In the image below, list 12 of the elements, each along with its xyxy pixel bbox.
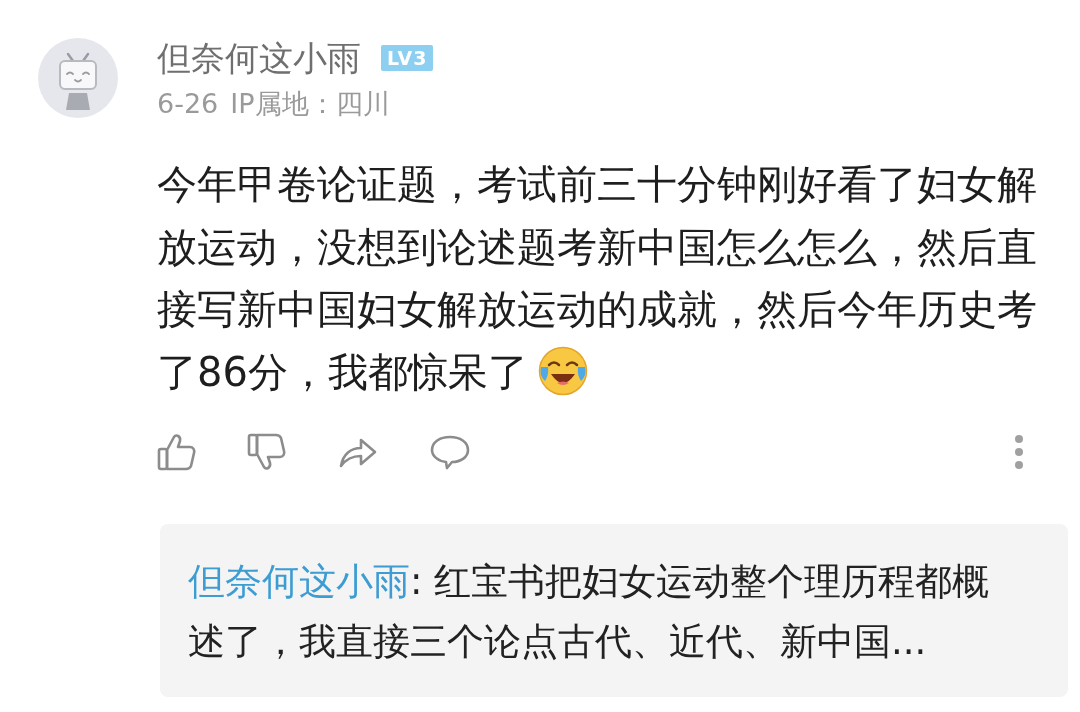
- author-name[interactable]: 但奈何这小雨: [157, 38, 361, 78]
- reply-text: 但奈何这小雨: 红宝书把妇女运动整个理历程都概述了，我直接三个论点古代、近代、新中国...: [188, 559, 991, 665]
- level-badge: LV3: [381, 45, 434, 71]
- ip-location: IP属地：四川: [230, 87, 390, 121]
- tv-avatar-icon[interactable]: [38, 38, 118, 118]
- thumbs-up-icon[interactable]: [157, 432, 197, 472]
- comment-text: 今年甲卷论证题，考试前三十分钟刚好看了妇女解放运动，没想到论述题考新中国怎么怎么，然后直接写新中国妇女解放运动的成就，然后今年历史考了86分，我都惊呆了: [157, 160, 1038, 398]
- post-date: 6-26: [157, 87, 219, 121]
- thumbs-down-icon[interactable]: [247, 432, 287, 472]
- more-options-icon[interactable]: [1013, 434, 1025, 470]
- laughing-crying-emoji-icon: [537, 345, 588, 396]
- reply-author-link[interactable]: 但奈何这小雨: [188, 560, 410, 603]
